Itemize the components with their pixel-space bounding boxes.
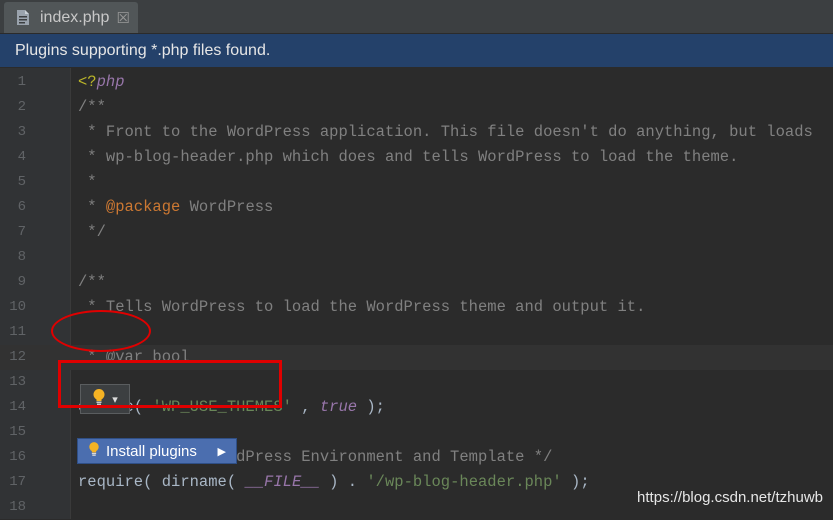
line-number: 2 xyxy=(17,99,26,115)
banner-text: Plugins supporting *.php files found. xyxy=(15,41,271,59)
install-plugins-menu-item[interactable]: Install plugins ▶ xyxy=(77,438,237,464)
line-code: * wp-blog-header.php which does and tell… xyxy=(78,148,739,166)
code-line[interactable]: 2 /** xyxy=(0,95,833,120)
line-number: 18 xyxy=(9,499,26,515)
line-number: 12 xyxy=(9,349,26,365)
line-number: 10 xyxy=(9,299,26,315)
code-line[interactable]: 4 * wp-blog-header.php which does and te… xyxy=(0,145,833,170)
line-number: 11 xyxy=(9,324,26,340)
code-line[interactable]: 7 */ xyxy=(0,220,833,245)
line-number: 17 xyxy=(9,474,26,490)
tab-index-php[interactable]: index.php ☒ xyxy=(4,2,138,33)
lightbulb-icon xyxy=(88,441,100,461)
tab-title: index.php xyxy=(40,8,110,26)
line-number: 8 xyxy=(17,249,26,265)
line-code: * @package WordPress xyxy=(78,198,274,216)
editor-tab-bar: index.php ☒ xyxy=(0,0,833,34)
line-number: 16 xyxy=(9,449,26,465)
submenu-arrow-icon: ▶ xyxy=(217,445,226,458)
line-number: 1 xyxy=(17,74,26,90)
line-number: 15 xyxy=(9,424,26,440)
plugin-notification-banner[interactable]: Plugins supporting *.php files found. xyxy=(0,34,833,67)
install-plugins-label: Install plugins xyxy=(106,442,197,460)
line-number: 6 xyxy=(17,199,26,215)
code-line[interactable]: 3 * Front to the WordPress application. … xyxy=(0,120,833,145)
line-number: 7 xyxy=(17,224,26,240)
php-file-icon xyxy=(16,9,30,26)
line-code: require( dirname( __FILE__ ) . '/wp-blog… xyxy=(78,473,590,491)
line-code: * xyxy=(78,173,97,191)
code-line[interactable]: 8 xyxy=(0,245,833,270)
code-line[interactable]: 1 <?php xyxy=(0,70,833,95)
line-code: <?php xyxy=(78,73,125,91)
code-line[interactable]: 5 * xyxy=(0,170,833,195)
line-code: /** xyxy=(78,98,106,116)
line-number: 5 xyxy=(17,174,26,190)
watermark: https://blog.csdn.net/tzhuwb xyxy=(637,489,823,506)
annotation-ellipse xyxy=(51,310,151,352)
line-number: 13 xyxy=(9,374,26,390)
code-editor[interactable]: 1 <?php 2 /** 3 * Front to the WordPress app… xyxy=(0,68,833,519)
line-number: 4 xyxy=(17,149,26,165)
line-number: 3 xyxy=(17,124,26,140)
line-code: */ xyxy=(78,223,106,241)
code-line[interactable]: 9 /** xyxy=(0,270,833,295)
line-number: 9 xyxy=(17,274,26,290)
line-number: 14 xyxy=(9,399,26,415)
code-line[interactable]: 6 * @package WordPress xyxy=(0,195,833,220)
line-code: * Tells WordPress to load the WordPress … xyxy=(78,298,646,316)
line-code: /** xyxy=(78,273,106,291)
close-icon[interactable]: ☒ xyxy=(117,9,130,27)
line-code: * Front to the WordPress application. Th… xyxy=(78,123,813,141)
annotation-rectangle xyxy=(58,360,282,408)
